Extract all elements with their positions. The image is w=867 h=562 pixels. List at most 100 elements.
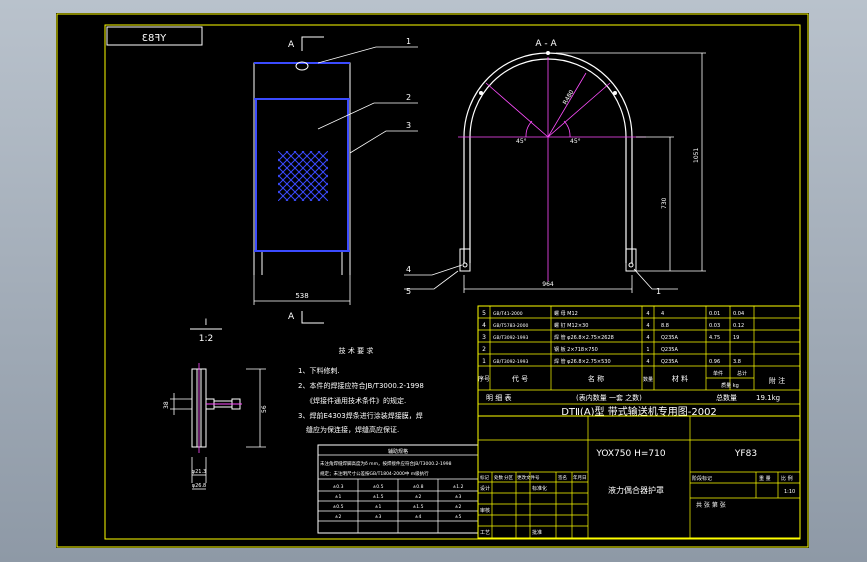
part-material: Q235A: [661, 335, 678, 341]
section-mark-top: A: [288, 40, 295, 50]
part-material: Q235A: [661, 359, 678, 365]
tolerance-cell: ±0.5: [333, 504, 344, 510]
dim-arch-width: 964: [542, 281, 554, 288]
sheet-border: [56, 13, 809, 548]
detail-dim-h2: 56: [261, 405, 268, 413]
mirrored-code: YF83: [142, 33, 168, 44]
part-code: GB/T3092-1993: [493, 359, 529, 365]
sign-standardize: 标准化: [532, 485, 547, 492]
tolerance-cell: ±2: [415, 494, 422, 500]
parts-header-note: 附 注: [769, 376, 785, 385]
tolerance-cell: ±4: [415, 514, 422, 520]
front-view: A A 538 1 2 3: [253, 36, 418, 324]
part-code: GB/T41-2000: [493, 311, 523, 317]
summary-left: 明 细 表: [486, 393, 511, 402]
part-no: 3: [482, 334, 486, 341]
part-name: 液力偶合器护罩: [608, 485, 664, 495]
tolerance-title: 辅助规格: [388, 448, 408, 455]
tech-requirements: 技 术 要 求 1、下料修刺. 2、本件的焊接应符合JB/T3000.2-199…: [298, 346, 424, 434]
tolerance-line-1: 未注角焊缝焊脚高度为δ mm，按焊接件应符合JB/T3000.2-1998: [320, 460, 452, 467]
cad-viewport[interactable]: YF83 A A 538 1 2 3 A - A R480 45° 45° 96…: [56, 13, 809, 548]
part-name: 钢 板 2×718×750: [554, 346, 598, 353]
detail-label-bottom: 1:2: [199, 334, 213, 344]
part-unit-mass: 0.01: [709, 311, 720, 317]
part-unit-mass: 4.75: [709, 335, 720, 341]
parts-header-total: 总计: [737, 370, 747, 377]
part-total-mass: 3.8: [733, 359, 741, 365]
callout-3: 3: [406, 121, 411, 130]
dim-total-height: 1051: [693, 148, 700, 163]
tolerance-cell: ±3: [375, 514, 382, 520]
title-block: YOX750 H=710 YF83 液力偶合器护罩 阶段标记 重 量 比 例 1…: [477, 415, 801, 539]
tolerance-cell: ±2: [455, 504, 462, 510]
part-qty: 4: [646, 359, 649, 365]
part-material: 4: [661, 311, 664, 317]
section-view: A - A R480 45° 45° 964 1051 730 4 5 1: [404, 39, 706, 296]
part-code: GB/T3092-1993: [493, 335, 529, 341]
parts-header-material: 材 料: [672, 374, 688, 383]
summary-mid: (表内数量 一套 之数): [576, 393, 642, 402]
callout-4: 4: [406, 265, 411, 274]
part-unit-mass: 0.03: [709, 323, 720, 329]
section-mark-bottom: A: [288, 312, 295, 322]
stage-label: 阶段标记: [692, 475, 712, 482]
tech-req-line-1: 1、下料修刺.: [298, 366, 340, 375]
tech-req-line-3: 《焊接件通用技术条件》的规定.: [306, 396, 406, 405]
total-mass: 19.1kg: [756, 394, 780, 402]
parts-header-code: 代 号: [512, 374, 528, 383]
tolerance-cell: ±0.3: [333, 484, 344, 490]
rev-doc: 更改文件号: [517, 474, 540, 481]
part-qty: 4: [646, 311, 649, 317]
rev-sign: 签名: [558, 474, 567, 481]
parts-header-qty: 数量: [643, 376, 653, 383]
part-qty: 1: [646, 347, 649, 353]
model: YOX750 H=710: [595, 449, 665, 459]
scale-label: 比 例: [781, 475, 793, 482]
part-total-mass: 0.12: [733, 323, 744, 329]
scale-value: 1:10: [784, 489, 795, 495]
rev-date: 年月日: [573, 474, 587, 481]
sign-review: 审核: [480, 507, 490, 514]
callout-5: 5: [406, 287, 411, 296]
part-total-mass: 19: [733, 335, 739, 341]
tolerance-cell: ±1: [335, 494, 342, 500]
tech-req-line-5: 缝应为保连接，焊缝高应保证.: [306, 425, 399, 434]
part-no: 2: [482, 346, 486, 353]
tolerance-cell: ±0.8: [413, 484, 424, 490]
part-code: GB/T5783-2000: [493, 323, 529, 329]
parts-header-mass: 质量 kg: [721, 382, 739, 389]
rev-zone: 分区: [504, 474, 513, 481]
part-name: 螺 母 M12: [554, 310, 578, 317]
tolerance-cell: ±0.5: [373, 484, 384, 490]
parts-header-no: 序号: [478, 375, 490, 383]
dim-angle-left: 45°: [516, 138, 527, 145]
tolerance-line-2: 规定；未注明尺寸公差按GB/T1804-2000中 m级执行: [320, 470, 429, 477]
part-name: 焊 管 φ26.8×2.75×2628: [554, 334, 614, 341]
parts-header-unit: 单件: [713, 370, 723, 377]
tolerance-cell: ±5: [455, 514, 462, 520]
rev-count: 处数: [494, 474, 503, 481]
tolerance-cell: ±1: [375, 504, 382, 510]
summary-right: 总数量: [716, 393, 737, 402]
callout-1b: 1: [656, 287, 661, 296]
parts-list: 5 GB/T41-2000 螺 母 M12 4 4 0.01 0.04 4 GB/T5783-2…: [477, 305, 801, 418]
weight-label: 重 量: [759, 475, 771, 482]
dim-angle-right: 45°: [570, 138, 581, 145]
sign-approve: 批准: [532, 529, 542, 536]
part-material: 8.8: [661, 323, 669, 329]
callout-2: 2: [406, 93, 411, 102]
tolerance-table: 辅助规格 未注角焊缝焊脚高度为δ mm，按焊接件应符合JB/T3000.2-19…: [317, 444, 479, 534]
drawing-sheet: YF83 A A 538 1 2 3 A - A R480 45° 45° 96…: [56, 13, 809, 548]
detail-dim-h1: 38: [163, 401, 170, 409]
sign-process: 工艺: [480, 530, 490, 536]
callout-1: 1: [406, 37, 411, 46]
detail-label-top: I: [205, 318, 208, 328]
detail-view: I 1:2 38 56 φ21.3 φ26.8: [163, 318, 268, 490]
rev-mark: 标记: [480, 474, 489, 481]
tech-req-title: 技 术 要 求: [339, 346, 374, 355]
part-no: 1: [482, 358, 486, 365]
dim-radius: R480: [562, 89, 576, 106]
part-unit-mass: 0.96: [709, 359, 720, 365]
part-qty: 4: [646, 335, 649, 341]
detail-dim-d2: φ26.8: [192, 483, 206, 489]
